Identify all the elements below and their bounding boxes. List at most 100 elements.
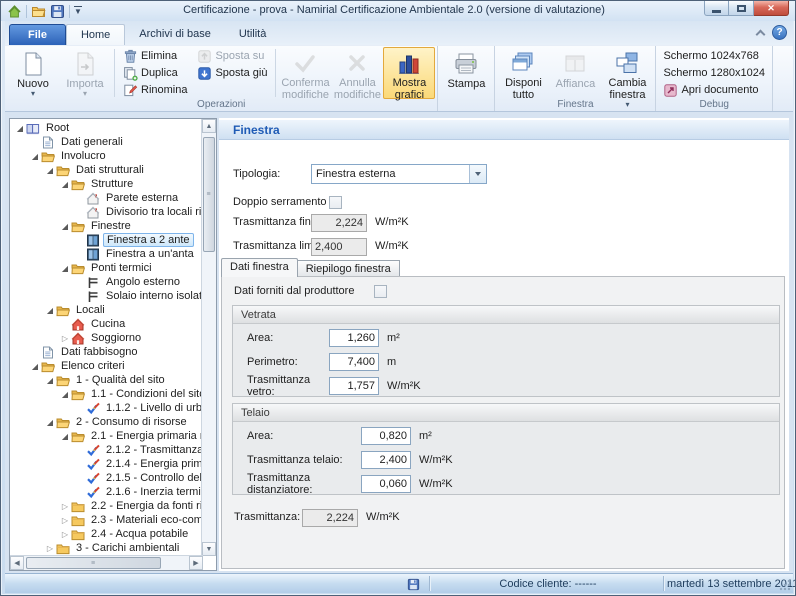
tree-item-dati-generali[interactable]: Dati generali [11,135,201,149]
tree-item-2-2-energia-da-fonti-rinnovab[interactable]: ▷2.2 - Energia da fonti rinnovab [11,499,201,513]
vetrata-group-title: Vetrata [233,306,779,324]
open-folder-icon[interactable] [31,4,46,19]
tree-item-1-1-2-livello-di-urbanizzaz[interactable]: 1.1.2 - Livello di urbanizzaz [11,401,201,415]
vetrata-area-input[interactable]: 1,260 [329,329,379,347]
annulla-modifiche-button: Annulla modifiche [331,47,383,99]
tree-item-finestra-a-2-ante[interactable]: Finestra a 2 ante [11,233,201,247]
tree-item-2-consumo-di-risorse[interactable]: ◢2 - Consumo di risorse [11,415,201,429]
telaio-trasmittanza-distanziatore-input[interactable]: 0,060 [361,475,411,493]
scroll-left-icon[interactable]: ◀ [10,556,24,570]
tree-item-finestre[interactable]: ◢Finestre [11,219,201,233]
expander-closed-icon[interactable]: ▷ [59,334,71,343]
close-button[interactable]: ✕ [754,1,789,16]
expander-closed-icon[interactable]: ▷ [59,502,71,511]
expander-open-icon[interactable]: ◢ [59,432,71,441]
tree-item-2-1-5-controllo-della-radia[interactable]: 2.1.5 - Controllo della radia [11,471,201,485]
maximize-button[interactable] [729,1,754,16]
expander-open-icon[interactable]: ◢ [44,418,56,427]
resize-grip[interactable] [779,579,791,591]
tree-item-divisorio-tra-locali-riscaldati[interactable]: Divisorio tra locali riscaldati [11,205,201,219]
stampa-button[interactable]: Stampa [440,47,492,98]
expander-open-icon[interactable]: ◢ [44,306,56,315]
expander-closed-icon[interactable]: ▷ [59,530,71,539]
expander-open-icon[interactable]: ◢ [44,376,56,385]
ribbon-tab-file[interactable]: File [9,24,66,45]
scroll-thumb[interactable]: ≡ [203,137,215,252]
scroll-thumb[interactable]: ≡ [26,557,161,569]
expander-open-icon[interactable]: ◢ [29,152,41,161]
vetrata-trasmittanza-vetro-input[interactable]: 1,757 [329,377,379,395]
help-icon[interactable]: ? [772,25,787,40]
tree-item-finestra-a-un-anta[interactable]: Finestra a un'anta [11,247,201,261]
save-icon[interactable] [50,4,65,19]
tree-item-2-1-2-trasmittanza-termic[interactable]: 2.1.2 - Trasmittanza termic [11,443,201,457]
tree-item-ponti-termici[interactable]: ◢Ponti termici [11,261,201,275]
tree-item-2-3-materiali-eco-compatibili[interactable]: ▷2.3 - Materiali eco-compatibili [11,513,201,527]
tree-item-2-4-acqua-potabile[interactable]: ▷2.4 - Acqua potabile [11,527,201,541]
tree-item-2-1-energia-primaria-non-rinn[interactable]: ◢2.1 - Energia primaria non rinn [11,429,201,443]
expander-open-icon[interactable]: ◢ [59,222,71,231]
expander-open-icon[interactable]: ◢ [59,264,71,273]
tree-item-parete-esterna[interactable]: Parete esterna [11,191,201,205]
ribbon-tab-utilita[interactable]: Utilità [225,24,281,45]
tree-item-3-carichi-ambientali[interactable]: ▷3 - Carichi ambientali [11,541,201,555]
expander-open-icon[interactable]: ◢ [44,166,56,175]
apri-documento-button[interactable]: Apri documento [658,82,770,98]
tree-horizontal-scrollbar[interactable]: ◀ ▶ ≡ [10,555,203,570]
tree-item-dati-strutturali[interactable]: ◢Dati strutturali [11,163,201,177]
ribbon: Nuovo▾Importa▾EliminaDuplicaRinominaSpos… [5,45,793,112]
tree-item-locali[interactable]: ◢Locali [11,303,201,317]
elimina-button[interactable]: Elimina [118,48,192,64]
expander-closed-icon[interactable]: ▷ [59,516,71,525]
minimize-ribbon-icon[interactable] [756,29,766,39]
disponi-tutto-button[interactable]: Disponi tutto [497,47,549,99]
expander-open-icon[interactable]: ◢ [29,362,41,371]
cambia-finestra-button[interactable]: Cambia finestra▾ [601,47,653,99]
scroll-right-icon[interactable]: ▶ [189,556,203,570]
expander-closed-icon[interactable]: ▷ [44,544,56,553]
tree-item-1-qualit-del-sito[interactable]: ◢1 - Qualità del sito [11,373,201,387]
expander-open-icon[interactable]: ◢ [14,124,26,133]
vetrata-perimetro-input[interactable]: 7,400 [329,353,379,371]
trasmittanza-totale-input[interactable]: 2,224 [302,509,358,527]
ribbon-tab-home[interactable]: Home [66,24,125,45]
tree-item-angolo-esterno[interactable]: Angolo esterno [11,275,201,289]
tree-item-strutture[interactable]: ◢Strutture [11,177,201,191]
tree-item-2-1-4-energia-primaria-pe[interactable]: 2.1.4 - Energia primaria pe [11,457,201,471]
trasmittanza-limite-input[interactable]: 2,400 [311,238,367,256]
telaio-area-input[interactable]: 0,820 [361,427,411,445]
trasmittanza-finestra-input[interactable]: 2,224 [311,214,367,232]
qat-dropdown-icon[interactable]: ▼ [74,6,82,16]
tree-item-soggiorno[interactable]: ▷Soggiorno [11,331,201,345]
schermo-1280x1024-button[interactable]: Schermo 1280x1024 [658,65,770,81]
tree-item-elenco-criteri[interactable]: ◢Elenco criteri [11,359,201,373]
tree-item-solaio-interno-isolato-all-est[interactable]: Solaio interno isolato all'est [11,289,201,303]
tree-item-root[interactable]: ◢Root [11,121,201,135]
tree-item-involucro[interactable]: ◢Involucro [11,149,201,163]
tree-item-1-1-condizioni-del-sito[interactable]: ◢1.1 - Condizioni del sito [11,387,201,401]
ribbon-tab-archivi-di-base[interactable]: Archivi di base [125,24,225,45]
title-bar[interactable]: ▼ Certificazione - prova - Namirial Cert… [1,1,796,21]
expander-open-icon[interactable]: ◢ [59,390,71,399]
sposta-giu-button[interactable]: Sposta giù [192,65,272,81]
tree-vertical-scrollbar[interactable]: ▲ ▼ ≡ [201,119,216,556]
schermo-1024x768-button[interactable]: Schermo 1024x768 [658,48,770,64]
mostra-grafici-button[interactable]: Mostra grafici [383,47,435,99]
tab-riepilogo-finestra[interactable]: Riepilogo finestra [298,260,400,277]
expander-open-icon[interactable]: ◢ [59,180,71,189]
tipologia-select[interactable]: Finestra esterna [311,164,487,184]
tree-item-cucina[interactable]: Cucina [11,317,201,331]
doppio-serramento-checkbox[interactable] [329,196,342,209]
chevron-down-icon[interactable] [469,165,486,183]
minimize-button[interactable] [704,1,729,16]
nuovo-button[interactable]: Nuovo▾ [7,47,59,99]
tab-dati-finestra[interactable]: Dati finestra [221,258,298,277]
tree-item-dati-fabbisogno[interactable]: Dati fabbisogno [11,345,201,359]
telaio-trasmittanza-telaio-input[interactable]: 2,400 [361,451,411,469]
tree-item-2-1-6-inerzia-termica-dell[interactable]: 2.1.6 - Inerzia termica dell' [11,485,201,499]
dati-produttore-checkbox[interactable] [374,285,387,298]
duplica-button[interactable]: Duplica [118,65,192,81]
scroll-up-icon[interactable]: ▲ [202,119,216,133]
scroll-down-icon[interactable]: ▼ [202,542,216,556]
rinomina-button[interactable]: Rinomina [118,82,192,98]
